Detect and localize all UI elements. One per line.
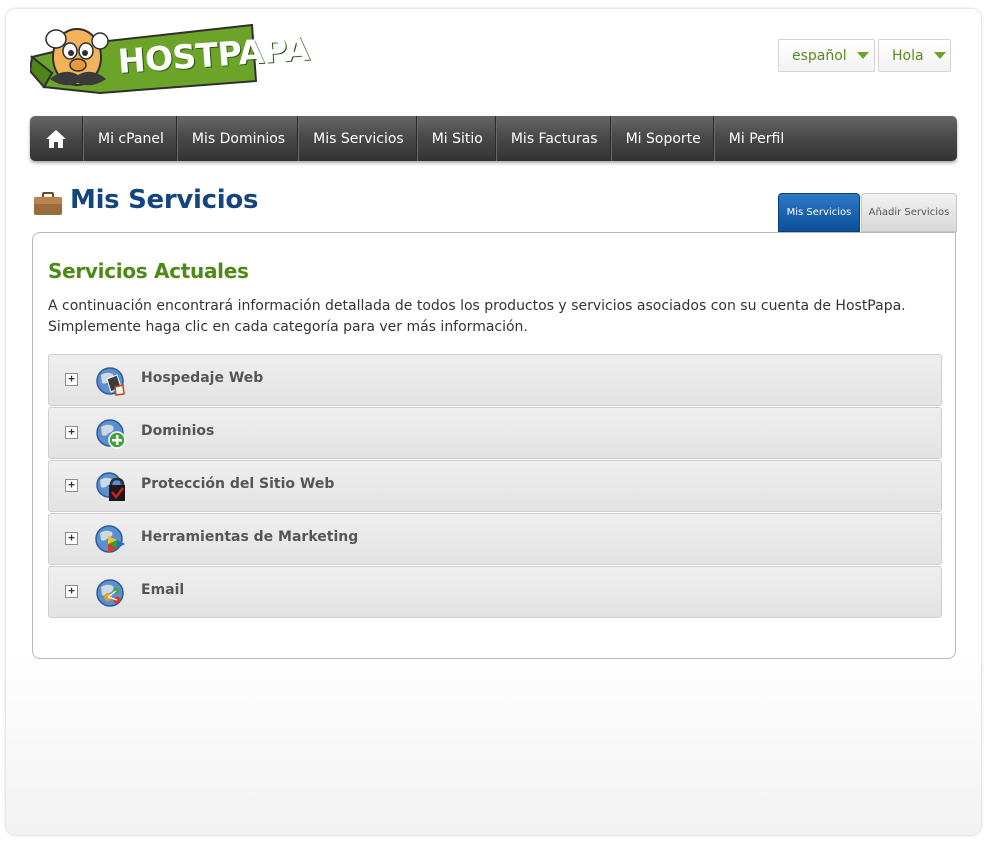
main-nav: Mi cPanel Mis Dominios Mis Servicios Mi … (30, 116, 957, 161)
chevron-down-icon (933, 52, 946, 59)
tab-my-services[interactable]: Mis Servicios (778, 193, 860, 232)
web-hosting-icon (96, 367, 125, 396)
home-icon (46, 129, 66, 148)
language-label: español (792, 47, 847, 64)
service-label: Hospedaje Web (141, 370, 264, 386)
service-label: Dominios (141, 423, 215, 439)
expand-icon[interactable]: + (65, 479, 78, 492)
service-label: Email (141, 582, 185, 598)
hostpapa-logo[interactable]: HOSTPAPA (30, 23, 310, 101)
page-frame: HOSTPAPA español Hola Mi cPanel Mis Domi… (6, 9, 981, 835)
service-row-domains[interactable]: + Dominios (48, 407, 942, 459)
description-line-1: A continuación encontrará información de… (48, 298, 906, 314)
service-row-web-hosting[interactable]: + Hospedaje Web (48, 354, 942, 406)
nav-item-site[interactable]: Mi Sitio (416, 116, 496, 161)
section-title: Servicios Actuales (48, 259, 249, 283)
services-panel: Servicios Actuales A continuación encont… (32, 232, 956, 659)
user-label: Hola (892, 47, 924, 64)
description-line-2: Simplemente haga clic en cada categoría … (48, 319, 528, 335)
service-row-site-protection[interactable]: + Protección del Sitio Web (48, 460, 942, 512)
tab-add-services[interactable]: Añadir Servicios (861, 193, 957, 232)
briefcase-icon (34, 192, 62, 215)
nav-item-invoices[interactable]: Mis Facturas (495, 116, 611, 161)
domains-icon (96, 419, 126, 449)
email-icon (96, 579, 124, 607)
nav-item-domains[interactable]: Mis Dominios (176, 116, 299, 161)
service-row-marketing-tools[interactable]: + Herramientas de Marketing (48, 513, 942, 565)
expand-icon[interactable]: + (65, 585, 78, 598)
nav-item-cpanel[interactable]: Mi cPanel (83, 116, 177, 161)
site-protection-icon (96, 472, 125, 501)
expand-icon[interactable]: + (65, 532, 78, 545)
marketing-tools-icon (95, 525, 125, 553)
nav-item-services[interactable]: Mis Servicios (298, 116, 417, 161)
user-dropdown[interactable]: Hola (878, 39, 951, 72)
section-description: A continuación encontrará información de… (48, 296, 938, 338)
nav-item-profile[interactable]: Mi Perfil (713, 116, 796, 161)
service-row-email[interactable]: + Email (48, 566, 942, 618)
page-title: Mis Servicios (70, 185, 259, 215)
nav-home[interactable] (30, 116, 83, 161)
language-dropdown[interactable]: español (778, 39, 875, 72)
expand-icon[interactable]: + (65, 373, 78, 386)
service-label: Herramientas de Marketing (141, 529, 359, 545)
nav-item-support[interactable]: Mi Soporte (610, 116, 714, 161)
expand-icon[interactable]: + (65, 426, 78, 439)
chevron-down-icon (856, 52, 869, 59)
service-label: Protección del Sitio Web (141, 476, 335, 492)
